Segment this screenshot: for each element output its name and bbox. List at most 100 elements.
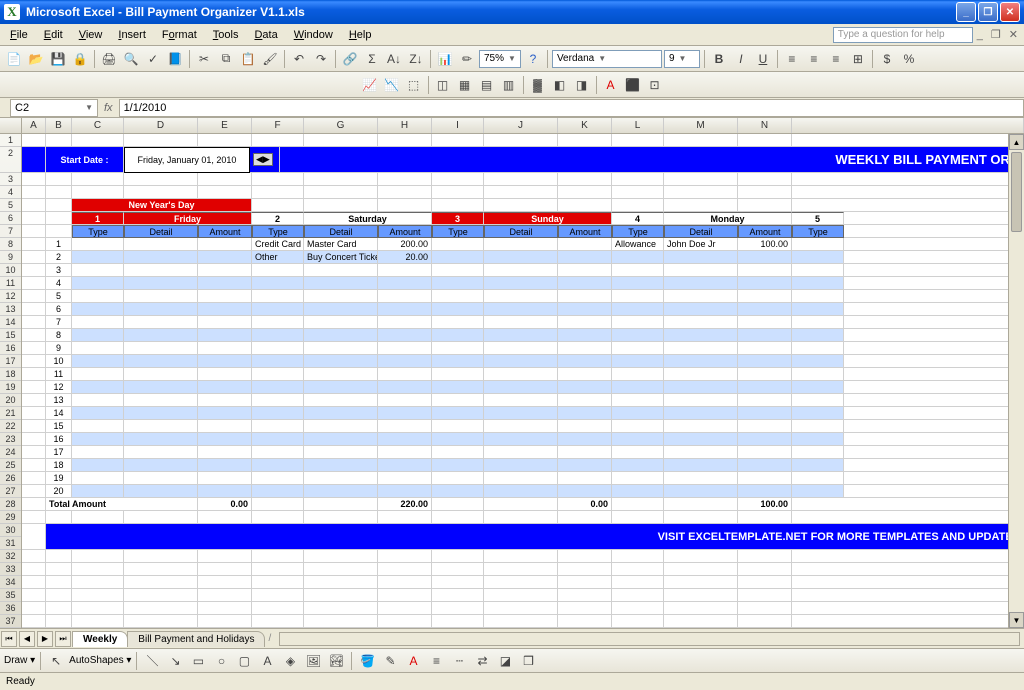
row-24[interactable]: 24 <box>0 446 21 459</box>
doc-minimize-button[interactable]: _ <box>973 29 987 41</box>
font-color-icon-2[interactable]: A <box>403 651 423 671</box>
menu-view[interactable]: View <box>71 27 111 43</box>
fx-icon[interactable]: fx <box>98 102 119 114</box>
help-icon[interactable]: ? <box>523 49 543 69</box>
cells-area[interactable]: Start Date :Friday, January 01, 2010◀▶WE… <box>22 134 1024 628</box>
menu-edit[interactable]: Edit <box>36 27 71 43</box>
preview-icon[interactable]: 🔍 <box>121 49 141 69</box>
row-2[interactable]: 2 <box>0 147 21 173</box>
row-30[interactable]: 30 <box>0 524 21 537</box>
print-icon[interactable]: 🖨 <box>99 49 119 69</box>
row-19[interactable]: 19 <box>0 381 21 394</box>
spelling-icon[interactable]: ✓ <box>143 49 163 69</box>
row-21[interactable]: 21 <box>0 407 21 420</box>
row-26[interactable]: 26 <box>0 472 21 485</box>
arrow-icon[interactable]: ↘ <box>165 651 185 671</box>
start-date-input[interactable]: Friday, January 01, 2010 <box>124 147 250 173</box>
row-15[interactable]: 15 <box>0 329 21 342</box>
chart-btn-9[interactable]: ◧ <box>550 75 570 95</box>
scroll-up-button[interactable]: ▲ <box>1009 134 1024 150</box>
oval-icon[interactable]: ○ <box>211 651 231 671</box>
row-28[interactable]: 28 <box>0 498 21 511</box>
menu-insert[interactable]: Insert <box>110 27 154 43</box>
align-left-icon[interactable]: ≡ <box>782 49 802 69</box>
select-all-corner[interactable] <box>0 118 22 133</box>
horizontal-scrollbar[interactable] <box>279 632 1020 646</box>
picture-icon[interactable]: 🏞 <box>326 651 346 671</box>
align-right-icon[interactable]: ≡ <box>826 49 846 69</box>
col-L[interactable]: L <box>612 118 664 133</box>
fontsize-select[interactable]: 9▼ <box>664 50 700 68</box>
menu-tools[interactable]: Tools <box>205 27 247 43</box>
col-C[interactable]: C <box>72 118 124 133</box>
bold-button[interactable]: B <box>709 49 729 69</box>
row-1[interactable]: 1 <box>0 134 21 147</box>
font-select[interactable]: Verdana▼ <box>552 50 662 68</box>
select-objects-icon[interactable]: ↖ <box>46 651 66 671</box>
percent-icon[interactable]: % <box>899 49 919 69</box>
col-H[interactable]: H <box>378 118 432 133</box>
menu-data[interactable]: Data <box>246 27 285 43</box>
menu-window[interactable]: Window <box>286 27 341 43</box>
row-10[interactable]: 10 <box>0 264 21 277</box>
format-painter-icon[interactable]: 🖌 <box>260 49 280 69</box>
row-22[interactable]: 22 <box>0 420 21 433</box>
chart-btn-8[interactable]: ▓ <box>528 75 548 95</box>
col-M[interactable]: M <box>664 118 738 133</box>
redo-icon[interactable]: ↷ <box>311 49 331 69</box>
permission-icon[interactable]: 🔒 <box>70 49 90 69</box>
tab-bill-payment[interactable]: Bill Payment and Holidays <box>127 631 265 647</box>
tab-prev-button[interactable]: ◀ <box>19 631 35 647</box>
sort-asc-icon[interactable]: A↓ <box>384 49 404 69</box>
autosum-icon[interactable]: Σ <box>362 49 382 69</box>
row-34[interactable]: 34 <box>0 576 21 589</box>
wordart-icon[interactable]: A <box>257 651 277 671</box>
line-icon[interactable]: ＼ <box>142 651 162 671</box>
sort-desc-icon[interactable]: Z↓ <box>406 49 426 69</box>
chart-btn-11[interactable]: ⬛ <box>623 75 643 95</box>
row-5[interactable]: 5 <box>0 199 21 212</box>
draw-menu[interactable]: Draw ▾ <box>4 655 35 666</box>
row-20[interactable]: 20 <box>0 394 21 407</box>
row-23[interactable]: 23 <box>0 433 21 446</box>
row-36[interactable]: 36 <box>0 602 21 615</box>
row-6[interactable]: 6 <box>0 212 21 225</box>
col-B[interactable]: B <box>46 118 72 133</box>
col-J[interactable]: J <box>484 118 558 133</box>
menu-format[interactable]: Format <box>154 27 205 43</box>
cut-icon[interactable]: ✂ <box>194 49 214 69</box>
doc-close-button[interactable]: ✕ <box>1005 28 1022 41</box>
line-style-icon[interactable]: ≡ <box>426 651 446 671</box>
chart-btn-6[interactable]: ▤ <box>477 75 497 95</box>
col-A[interactable]: A <box>22 118 46 133</box>
shadow-icon[interactable]: ◪ <box>495 651 515 671</box>
chart-btn-7[interactable]: ▥ <box>499 75 519 95</box>
row-18[interactable]: 18 <box>0 368 21 381</box>
row-35[interactable]: 35 <box>0 589 21 602</box>
italic-button[interactable]: I <box>731 49 751 69</box>
row-14[interactable]: 14 <box>0 316 21 329</box>
row-25[interactable]: 25 <box>0 459 21 472</box>
fill-color-icon[interactable]: 🪣 <box>357 651 377 671</box>
3d-icon[interactable]: ❒ <box>518 651 538 671</box>
textbox-icon[interactable]: ▢ <box>234 651 254 671</box>
tab-first-button[interactable]: ⏮ <box>1 631 17 647</box>
row-9[interactable]: 9 <box>0 251 21 264</box>
row-12[interactable]: 12 <box>0 290 21 303</box>
tab-weekly[interactable]: Weekly <box>72 631 128 647</box>
save-icon[interactable]: 💾 <box>48 49 68 69</box>
doc-restore-button[interactable]: ❐ <box>987 28 1005 41</box>
row-7[interactable]: 7 <box>0 225 21 238</box>
line-color-icon[interactable]: ✎ <box>380 651 400 671</box>
underline-button[interactable]: U <box>753 49 773 69</box>
row-27[interactable]: 27 <box>0 485 21 498</box>
merge-icon[interactable]: ⊞ <box>848 49 868 69</box>
copy-icon[interactable]: ⧉ <box>216 49 236 69</box>
close-button[interactable]: ✕ <box>1000 2 1020 22</box>
font-color-icon[interactable]: A <box>601 75 621 95</box>
rectangle-icon[interactable]: ▭ <box>188 651 208 671</box>
row-16[interactable]: 16 <box>0 342 21 355</box>
row-3[interactable]: 3 <box>0 173 21 186</box>
chart-btn-5[interactable]: ▦ <box>455 75 475 95</box>
scroll-thumb[interactable] <box>1011 152 1022 232</box>
